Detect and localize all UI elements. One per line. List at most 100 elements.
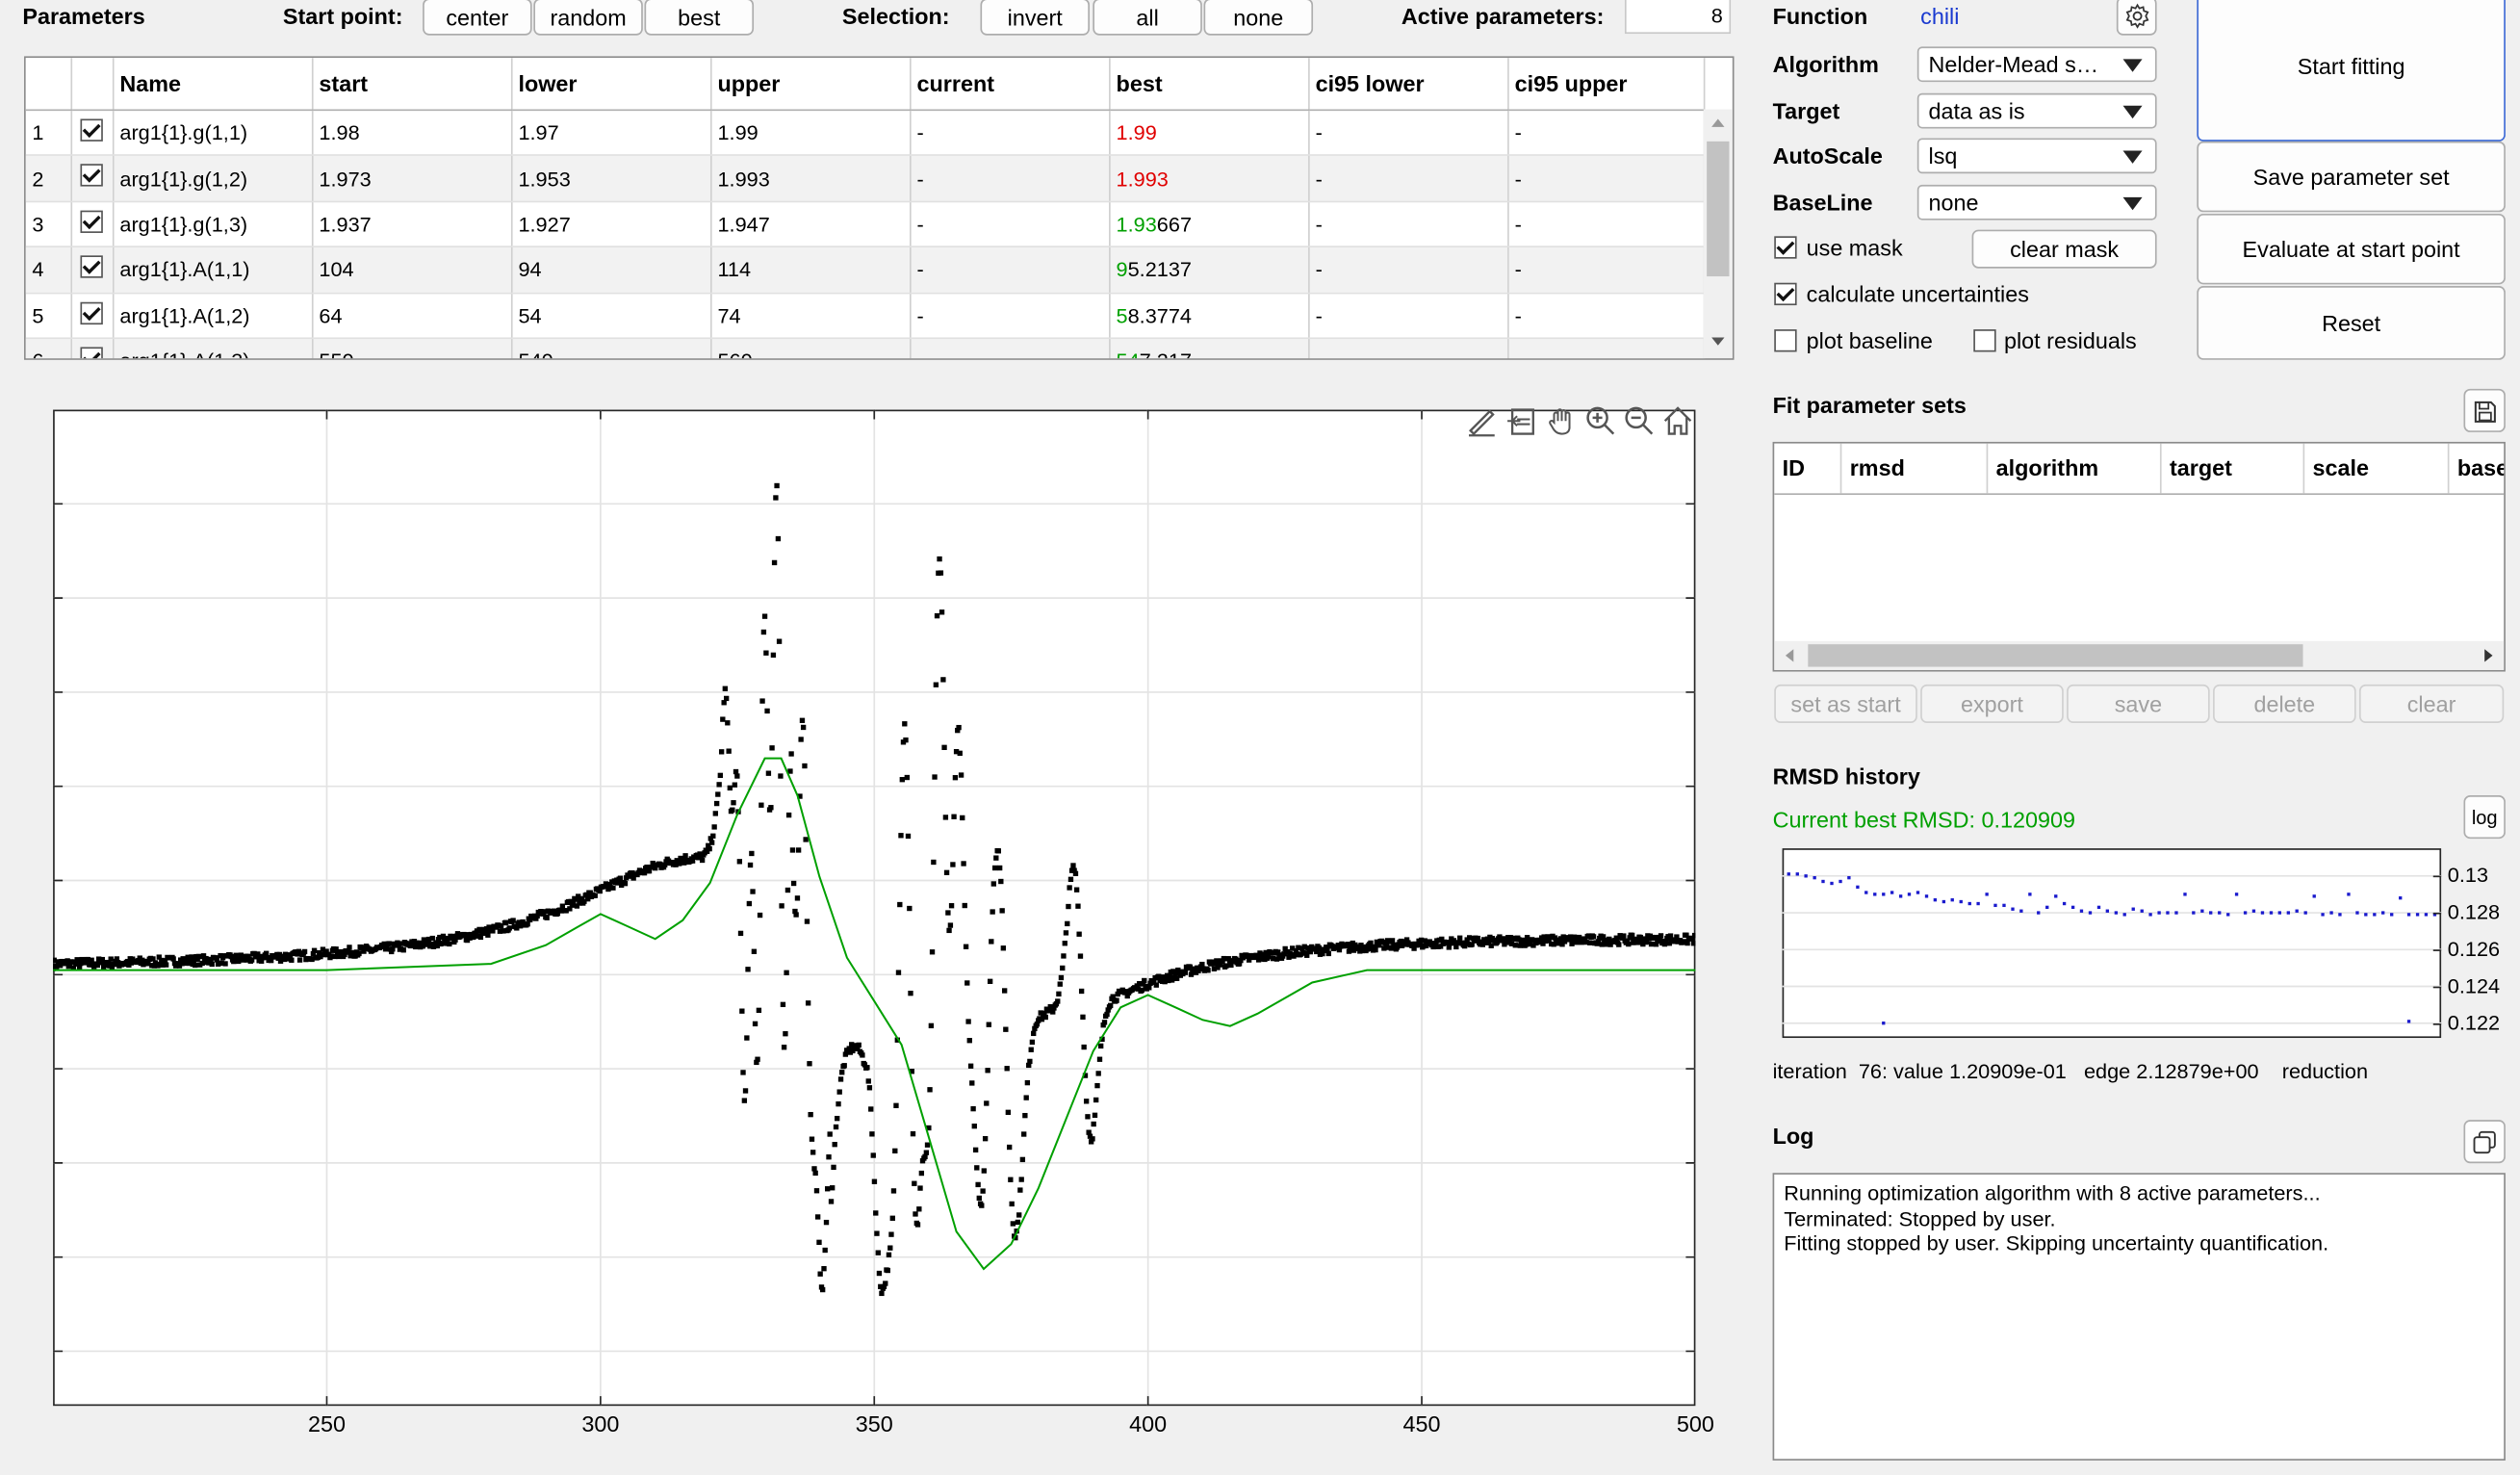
row-upper[interactable]: 1.947 <box>709 201 911 248</box>
zoom-in-icon[interactable] <box>1584 405 1616 437</box>
row-upper[interactable]: 74 <box>709 292 911 340</box>
evaluate-start-point-button[interactable]: Evaluate at start point <box>2197 213 2506 285</box>
set-as-start-button[interactable]: set as start <box>1774 684 1917 723</box>
algorithm-dropdown[interactable]: Nelder-Mead s… <box>1916 46 2157 83</box>
row-lower[interactable]: 540 <box>510 338 711 359</box>
row-lower[interactable]: 1.927 <box>510 201 711 248</box>
row-active-cell[interactable] <box>70 155 114 202</box>
row-upper[interactable]: 114 <box>709 246 911 294</box>
row-upper[interactable]: 560 <box>709 338 911 359</box>
param-table-scrollbar[interactable] <box>1703 109 1733 359</box>
row-upper[interactable]: 1.993 <box>709 155 911 202</box>
scroll-up-icon[interactable] <box>1711 118 1725 127</box>
row-active-cell[interactable] <box>70 110 114 157</box>
clear-button[interactable]: clear <box>2358 684 2505 723</box>
row-start[interactable]: 550 <box>311 338 512 359</box>
start-center-button[interactable]: center <box>423 0 532 36</box>
selection-all-button[interactable]: all <box>1093 0 1202 36</box>
hscroll-thumb[interactable] <box>1808 644 2303 667</box>
fit-col-algorithm[interactable]: algorithm <box>1988 443 2162 494</box>
row-start[interactable]: 1.973 <box>311 155 512 202</box>
selection-none-button[interactable]: none <box>1203 0 1314 36</box>
col-header-ci95-upper[interactable]: ci95 upper <box>1507 58 1705 112</box>
row-lower[interactable]: 1.97 <box>510 110 711 157</box>
fit-col-scale[interactable]: scale <box>2304 443 2450 494</box>
log-scale-button[interactable]: log <box>2463 795 2506 840</box>
fit-sets-hscrollbar[interactable] <box>1774 640 2505 670</box>
autoscale-dropdown[interactable]: lsq <box>1916 138 2157 174</box>
row-start[interactable]: 104 <box>311 246 512 294</box>
row-lower[interactable]: 1.953 <box>510 155 711 202</box>
col-header-name[interactable]: Name <box>112 58 313 112</box>
fit-col-id[interactable]: ID <box>1774 443 1842 494</box>
fit-col-rmsd[interactable]: rmsd <box>1841 443 1989 494</box>
home-icon[interactable] <box>1661 405 1693 437</box>
row-lower[interactable]: 54 <box>510 292 711 340</box>
parameter-table[interactable]: Name start lower upper current best ci95… <box>24 56 1735 360</box>
fit-col-target[interactable]: target <box>2162 443 2305 494</box>
col-header-start[interactable]: start <box>311 58 512 112</box>
export-button[interactable]: export <box>1920 684 2064 723</box>
row-active-checkbox[interactable] <box>79 210 103 233</box>
row-start[interactable]: 1.937 <box>311 201 512 248</box>
row-start[interactable]: 64 <box>311 292 512 340</box>
col-header-best[interactable]: best <box>1109 58 1309 112</box>
fit-sets-table[interactable]: ID rmsd algorithm target scale base <box>1772 441 2506 672</box>
scroll-thumb[interactable] <box>1707 141 1730 277</box>
zoom-out-icon[interactable] <box>1623 405 1655 437</box>
save-parameter-set-button[interactable]: Save parameter set <box>2197 141 2506 213</box>
clear-mask-button[interactable]: clear mask <box>1971 229 2157 269</box>
row-active-cell[interactable] <box>70 246 114 294</box>
selection-invert-button[interactable]: invert <box>980 0 1090 36</box>
row-start[interactable]: 1.98 <box>311 110 512 157</box>
scroll-right-icon[interactable] <box>2484 649 2493 662</box>
calculate-uncertainties-checkbox[interactable] <box>1774 282 1797 306</box>
baseline-dropdown[interactable]: none <box>1916 184 2157 220</box>
rmsd-plot-area[interactable] <box>1782 848 2442 1039</box>
edit-icon[interactable] <box>1466 405 1498 437</box>
row-active-checkbox[interactable] <box>79 118 103 142</box>
row-active-cell[interactable] <box>70 201 114 248</box>
start-random-button[interactable]: random <box>533 0 643 36</box>
row-active-cell[interactable] <box>70 338 114 359</box>
scroll-left-icon[interactable] <box>1785 649 1794 662</box>
col-header-check[interactable] <box>70 58 114 112</box>
fit-col-base[interactable]: base <box>2449 444 2504 494</box>
row-upper[interactable]: 1.99 <box>709 110 911 157</box>
data-tips-icon[interactable] <box>1505 405 1537 437</box>
delete-button[interactable]: delete <box>2213 684 2356 723</box>
param-row[interactable]: 2 arg1{1}.g(1,2) 1.973 1.953 1.993-1.993- - <box>25 155 1705 202</box>
use-mask-checkbox[interactable] <box>1774 236 1797 259</box>
save-button[interactable]: save <box>2067 684 2210 723</box>
param-row[interactable]: 3 arg1{1}.g(1,3) 1.937 1.927 1.947-1.93667- - <box>25 201 1705 248</box>
pan-hand-icon[interactable] <box>1546 405 1578 437</box>
reset-button[interactable]: Reset <box>2197 286 2506 360</box>
scroll-down-icon[interactable] <box>1711 337 1725 346</box>
row-active-checkbox[interactable] <box>79 347 103 359</box>
save-sets-button[interactable] <box>2463 388 2506 432</box>
copy-log-button[interactable] <box>2463 1120 2506 1164</box>
param-row[interactable]: 1 arg1{1}.g(1,1) 1.98 1.97 1.99-1.99- - <box>25 110 1705 157</box>
function-settings-button[interactable] <box>2116 0 2157 36</box>
active-parameters-field[interactable]: 8 <box>1624 0 1732 35</box>
param-row[interactable]: 5 arg1{1}.A(1,2) 64 54 74-58.3774- - <box>25 292 1705 340</box>
start-fitting-button[interactable]: Start fitting <box>2197 0 2506 142</box>
col-header-lower[interactable]: lower <box>510 58 711 112</box>
row-active-cell[interactable] <box>70 292 114 340</box>
log-textarea[interactable]: Running optimization algorithm with 8 ac… <box>1772 1173 2506 1461</box>
col-header-upper[interactable]: upper <box>709 58 911 112</box>
col-header-current[interactable]: current <box>909 58 1110 112</box>
param-row[interactable]: 6arg1{1}.A(1,3)550540560-547.217-- <box>25 338 1705 359</box>
col-header-index[interactable] <box>25 58 72 112</box>
plot-baseline-checkbox[interactable] <box>1774 329 1797 352</box>
col-header-ci95-lower[interactable]: ci95 lower <box>1308 58 1508 112</box>
target-dropdown[interactable]: data as is <box>1916 92 2157 129</box>
row-active-checkbox[interactable] <box>79 164 103 188</box>
plot-residuals-checkbox[interactable] <box>1973 329 1996 352</box>
row-lower[interactable]: 94 <box>510 246 711 294</box>
main-plot-area[interactable] <box>53 409 1696 1407</box>
start-best-button[interactable]: best <box>644 0 755 36</box>
param-row[interactable]: 4 arg1{1}.A(1,1) 104 94 114-95.2137- - <box>25 246 1705 294</box>
row-active-checkbox[interactable] <box>79 255 103 278</box>
row-active-checkbox[interactable] <box>79 301 103 324</box>
